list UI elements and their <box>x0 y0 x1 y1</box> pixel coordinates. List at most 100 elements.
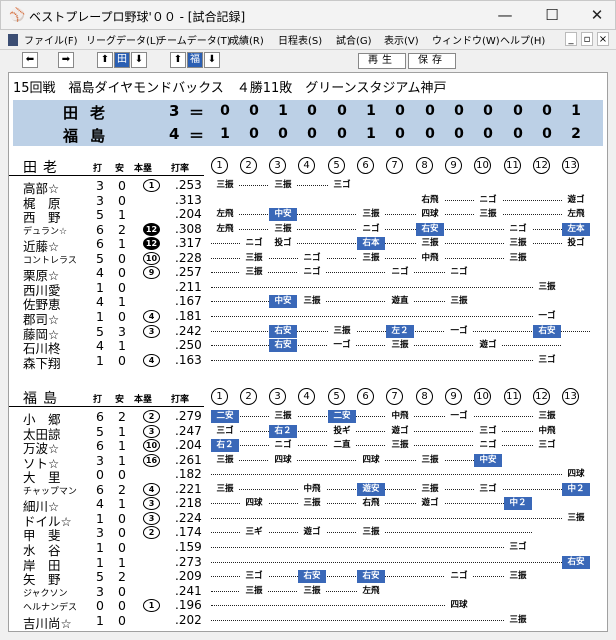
menu-game[interactable]: 試合(G) <box>336 32 372 47</box>
player-average: .261 <box>175 452 202 467</box>
player-row: ドイル☆ 1 0 3.224 三振 <box>9 511 607 529</box>
plate-appearance: 三ゴ <box>328 179 356 192</box>
mdi-minimize-button[interactable]: _ <box>565 32 577 46</box>
menu-stats[interactable]: 成績(R) <box>229 32 264 47</box>
inning-number: 3 <box>269 157 286 174</box>
player-row: 太田諒 5 1 3.247 三ゴ 右２ 投ギ 遊ゴ 三ゴ 中飛 <box>9 423 607 442</box>
team-tarou-button[interactable]: 田 <box>114 52 130 68</box>
player-at-bats: 1 <box>96 352 104 368</box>
plate-appearance: 右本 <box>357 237 385 251</box>
document-icon[interactable] <box>8 34 18 46</box>
plate-appearance: ニゴ <box>474 439 502 453</box>
maximize-button[interactable]: ☐ <box>532 1 572 31</box>
player-at-bats: 1 <box>96 612 104 628</box>
linescore-inning-score: 0 <box>337 126 347 142</box>
player-home-runs: 10 <box>143 439 160 453</box>
linescore-inning-score: 0 <box>249 103 259 119</box>
menu-team-data[interactable]: チームデータ(T) <box>157 32 231 47</box>
player-home-runs: 9 <box>143 266 160 280</box>
at-bat-dotted-line <box>211 605 473 607</box>
arrow-up-icon[interactable]: ⬆ <box>170 52 186 68</box>
plate-appearance: 右安 <box>269 339 297 353</box>
player-at-bats: 1 <box>96 554 104 570</box>
linescore-inning-score: 0 <box>483 103 493 119</box>
player-home-runs: 3 <box>143 497 160 511</box>
arrow-down-icon[interactable]: ⬇ <box>204 52 220 68</box>
player-row: 水 谷 1 0.159 三ゴ <box>9 540 607 558</box>
player-row: 西 野 5 1.204 左飛 中安 三振 四球 三振 左飛 <box>9 207 607 225</box>
player-average: .247 <box>175 423 202 438</box>
plate-appearance: ニゴ <box>240 237 268 251</box>
plate-appearance: 四球 <box>269 453 297 467</box>
arrow-up-icon[interactable]: ⬆ <box>97 52 113 68</box>
plate-appearance: ニゴ <box>269 439 297 453</box>
linescore-inning-score: 0 <box>249 126 259 142</box>
at-bat-dotted-line <box>211 474 590 476</box>
plate-appearance: 三振 <box>445 295 473 309</box>
player-hits: 0 <box>118 192 126 208</box>
menu-league-data[interactable]: リーグデータ(L) <box>86 32 159 47</box>
player-average: .211 <box>175 279 202 294</box>
player-row: 郡司☆ 1 0 4.181 一ゴ <box>9 309 607 327</box>
at-bat-dotted-line <box>211 359 561 361</box>
inning-number: 7 <box>386 157 403 174</box>
plate-appearance: 三振 <box>386 339 414 353</box>
menu-view[interactable]: 表示(V) <box>384 32 419 47</box>
plate-appearance: 右２ <box>269 424 297 438</box>
inning-number: 8 <box>416 388 433 405</box>
player-hits: 1 <box>118 423 126 439</box>
replay-button[interactable]: 再生 <box>358 53 406 69</box>
linescore-inning-score: 0 <box>307 103 317 119</box>
player-at-bats: 5 <box>96 569 104 585</box>
player-hits: 1 <box>118 294 126 310</box>
save-button[interactable]: 保存 <box>408 53 456 69</box>
plate-appearance: 三振 <box>357 251 385 265</box>
linescore-inning-score: 0 <box>307 126 317 142</box>
arrow-left-icon[interactable]: ⬅ <box>22 52 38 68</box>
menu-file[interactable]: ファイル(F) <box>24 32 78 47</box>
player-at-bats: 4 <box>96 294 104 310</box>
plate-appearance: ニゴ <box>357 222 385 236</box>
player-at-bats: 3 <box>96 525 104 541</box>
player-hits: 1 <box>118 236 126 252</box>
minimize-button[interactable]: — <box>485 1 525 31</box>
player-at-bats: 3 <box>96 452 104 468</box>
player-home-runs: 4 <box>143 482 160 496</box>
header-hits: 安 <box>115 395 125 405</box>
menu-help[interactable]: ヘルプ(H) <box>500 32 545 47</box>
menu-window[interactable]: ウィンドウ(W) <box>432 32 500 47</box>
player-name: 吉川尚☆ <box>23 615 72 631</box>
player-row: 岸 田 1 1.273 右安 <box>9 554 607 573</box>
linescore-inning-score: 1 <box>366 103 376 119</box>
linescore-inning-score: 0 <box>454 126 464 142</box>
player-average: .174 <box>175 525 202 540</box>
player-row: 石川柊 4 1.250 右安 一ゴ 三振 遊ゴ <box>9 338 607 356</box>
plate-appearance: 四球 <box>562 468 590 482</box>
inning-number: 1 <box>211 157 228 174</box>
player-hits: 1 <box>118 554 126 570</box>
team-fukushima-button[interactable]: 福 <box>187 52 203 68</box>
player-row: チャップマン 6 2 4 .221 三振 中飛 遊安 三振 三ゴ 中２ <box>9 482 607 497</box>
menu-bar: ファイル(F) リーグデータ(L) チームデータ(T) 成績(R) 日程表(S)… <box>0 30 616 50</box>
plate-appearance: 中安 <box>474 453 502 467</box>
plate-appearance: 右安 <box>269 324 297 338</box>
player-at-bats: 4 <box>96 496 104 512</box>
arrow-right-icon[interactable]: ➡ <box>58 52 74 68</box>
menu-schedule[interactable]: 日程表(S) <box>278 32 322 47</box>
player-row: 森下翔 1 0 4 .163 三ゴ <box>9 352 607 371</box>
plate-appearance: 四球 <box>240 497 268 511</box>
plate-appearance: 三振 <box>416 453 444 467</box>
player-hits: 2 <box>118 569 126 585</box>
plate-appearance: 中２ <box>504 497 532 511</box>
arrow-down-icon[interactable]: ⬇ <box>131 52 147 68</box>
player-hits: 2 <box>118 409 126 424</box>
player-average: .253 <box>175 178 202 192</box>
mdi-restore-button[interactable]: ▫ <box>581 32 593 46</box>
close-button[interactable]: ✕ <box>577 1 616 31</box>
linescore-inning-score: 0 <box>220 103 230 119</box>
plate-appearance: 三ゴ <box>474 424 502 438</box>
linescore-inning-score: 2 <box>571 126 581 142</box>
at-bat-dotted-line <box>211 315 561 317</box>
mdi-close-button[interactable]: × <box>597 32 609 46</box>
linescore-inning-score: 0 <box>395 103 405 119</box>
